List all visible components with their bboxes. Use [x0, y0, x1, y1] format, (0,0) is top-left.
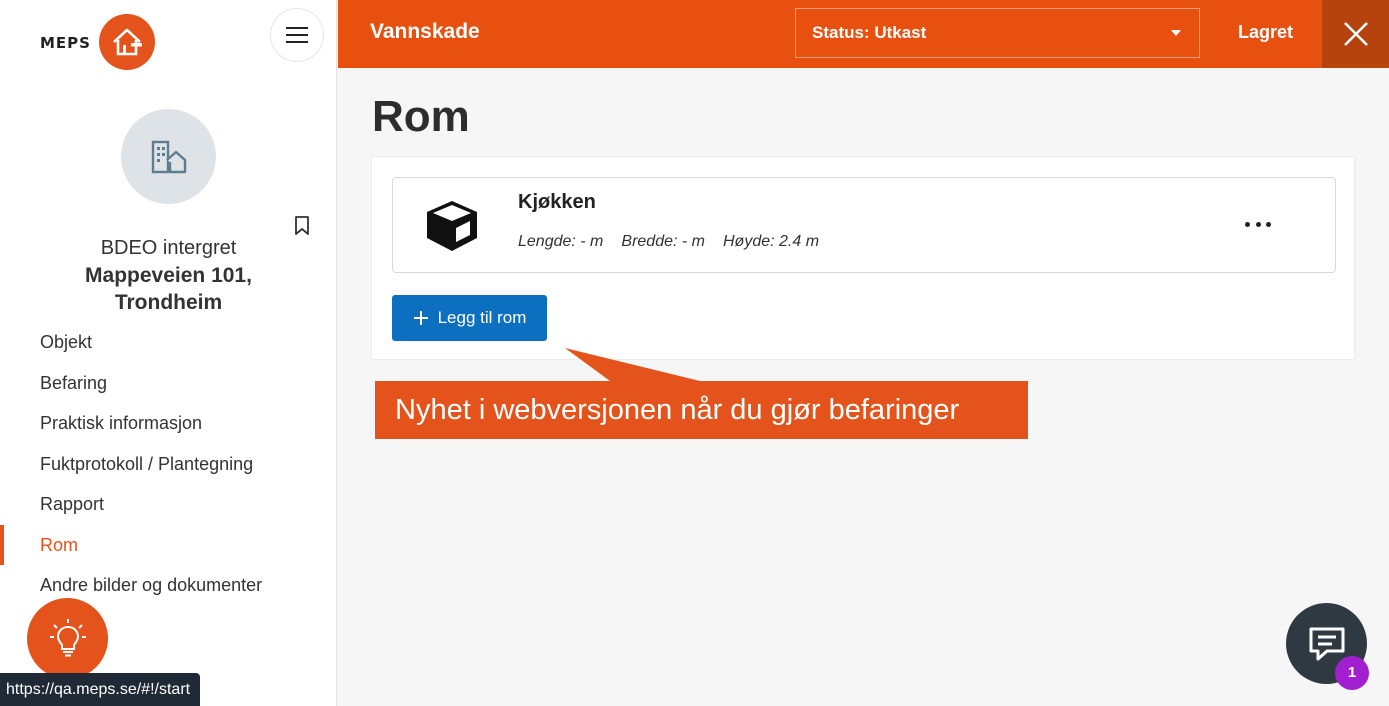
sidebar-item-praktisk-informasjon[interactable]: Praktisk informasjon — [0, 403, 337, 444]
status-url: https://qa.meps.se/#!/start — [0, 673, 201, 706]
saved-status: Lagret — [1238, 22, 1294, 42]
more-icon[interactable] — [1245, 214, 1271, 234]
tips-button[interactable] — [27, 598, 108, 679]
sidebar-item-objekt[interactable]: Objekt — [0, 322, 337, 363]
hamburger-menu-button[interactable] — [270, 8, 324, 62]
status-dropdown[interactable]: Status: Utkast — [795, 8, 1200, 58]
callout-pointer — [565, 348, 700, 381]
page-title: Rom — [372, 92, 470, 141]
status-value: Status: Utkast — [812, 23, 927, 42]
close-button[interactable] — [1322, 0, 1389, 68]
close-icon — [1343, 22, 1368, 46]
sidebar: MEPS BDEO intergret Mappeveien 101, Tron… — [0, 0, 337, 706]
rooms-panel: Kjøkken Lengde: - m Bredde: - m Høyde: 2… — [371, 156, 1355, 360]
room-card[interactable]: Kjøkken Lengde: - m Bredde: - m Høyde: 2… — [392, 177, 1336, 273]
property-title-line2: Trondheim — [114, 291, 223, 314]
house-logo-icon — [98, 14, 155, 70]
property-subtitle: BDEO intergret — [100, 237, 237, 259]
room-length: Lengde: - m — [518, 233, 604, 250]
room-width: Bredde: - m — [621, 233, 705, 250]
sidebar-item-befaring[interactable]: Befaring — [0, 363, 337, 404]
chat-notification-badge: 1 — [1335, 656, 1369, 690]
sidebar-nav: Objekt Befaring Praktisk informasjon Fuk… — [0, 322, 337, 606]
property-title-line1: Mappeveien 101, — [85, 264, 252, 287]
callout-banner: Nyhet i webversjonen når du gjør befarin… — [375, 381, 1028, 439]
sidebar-item-fuktprotokoll[interactable]: Fuktprotokoll / Plantegning — [0, 444, 337, 485]
room-name: Kjøkken — [518, 191, 596, 213]
sidebar-item-rom[interactable]: Rom — [0, 524, 337, 566]
app-logo[interactable]: MEPS — [40, 14, 155, 70]
room-dimensions: Lengde: - m Bredde: - m Høyde: 2.4 m — [518, 233, 819, 251]
building-icon — [151, 140, 186, 173]
logo-text: MEPS — [40, 34, 91, 52]
property-title: Mappeveien 101, Trondheim — [0, 262, 337, 316]
sidebar-item-andre-bilder[interactable]: Andre bilder og dokumenter — [0, 565, 337, 606]
chat-icon — [1309, 627, 1344, 660]
cube-icon — [423, 198, 481, 259]
lightbulb-icon — [49, 618, 86, 656]
add-room-label: Legg til rom — [437, 308, 527, 327]
room-height: Høyde: 2.4 m — [722, 233, 820, 250]
property-avatar — [121, 109, 216, 204]
plus-icon — [413, 311, 428, 325]
add-room-button[interactable]: Legg til rom — [392, 295, 547, 341]
caret-down-icon — [1171, 30, 1181, 36]
case-title: Vannskade — [370, 20, 480, 43]
hamburger-icon — [286, 27, 308, 43]
top-bar: Vannskade Status: Utkast Lagret — [338, 0, 1389, 68]
sidebar-item-rapport[interactable]: Rapport — [0, 484, 337, 525]
bookmark-icon — [295, 216, 309, 235]
